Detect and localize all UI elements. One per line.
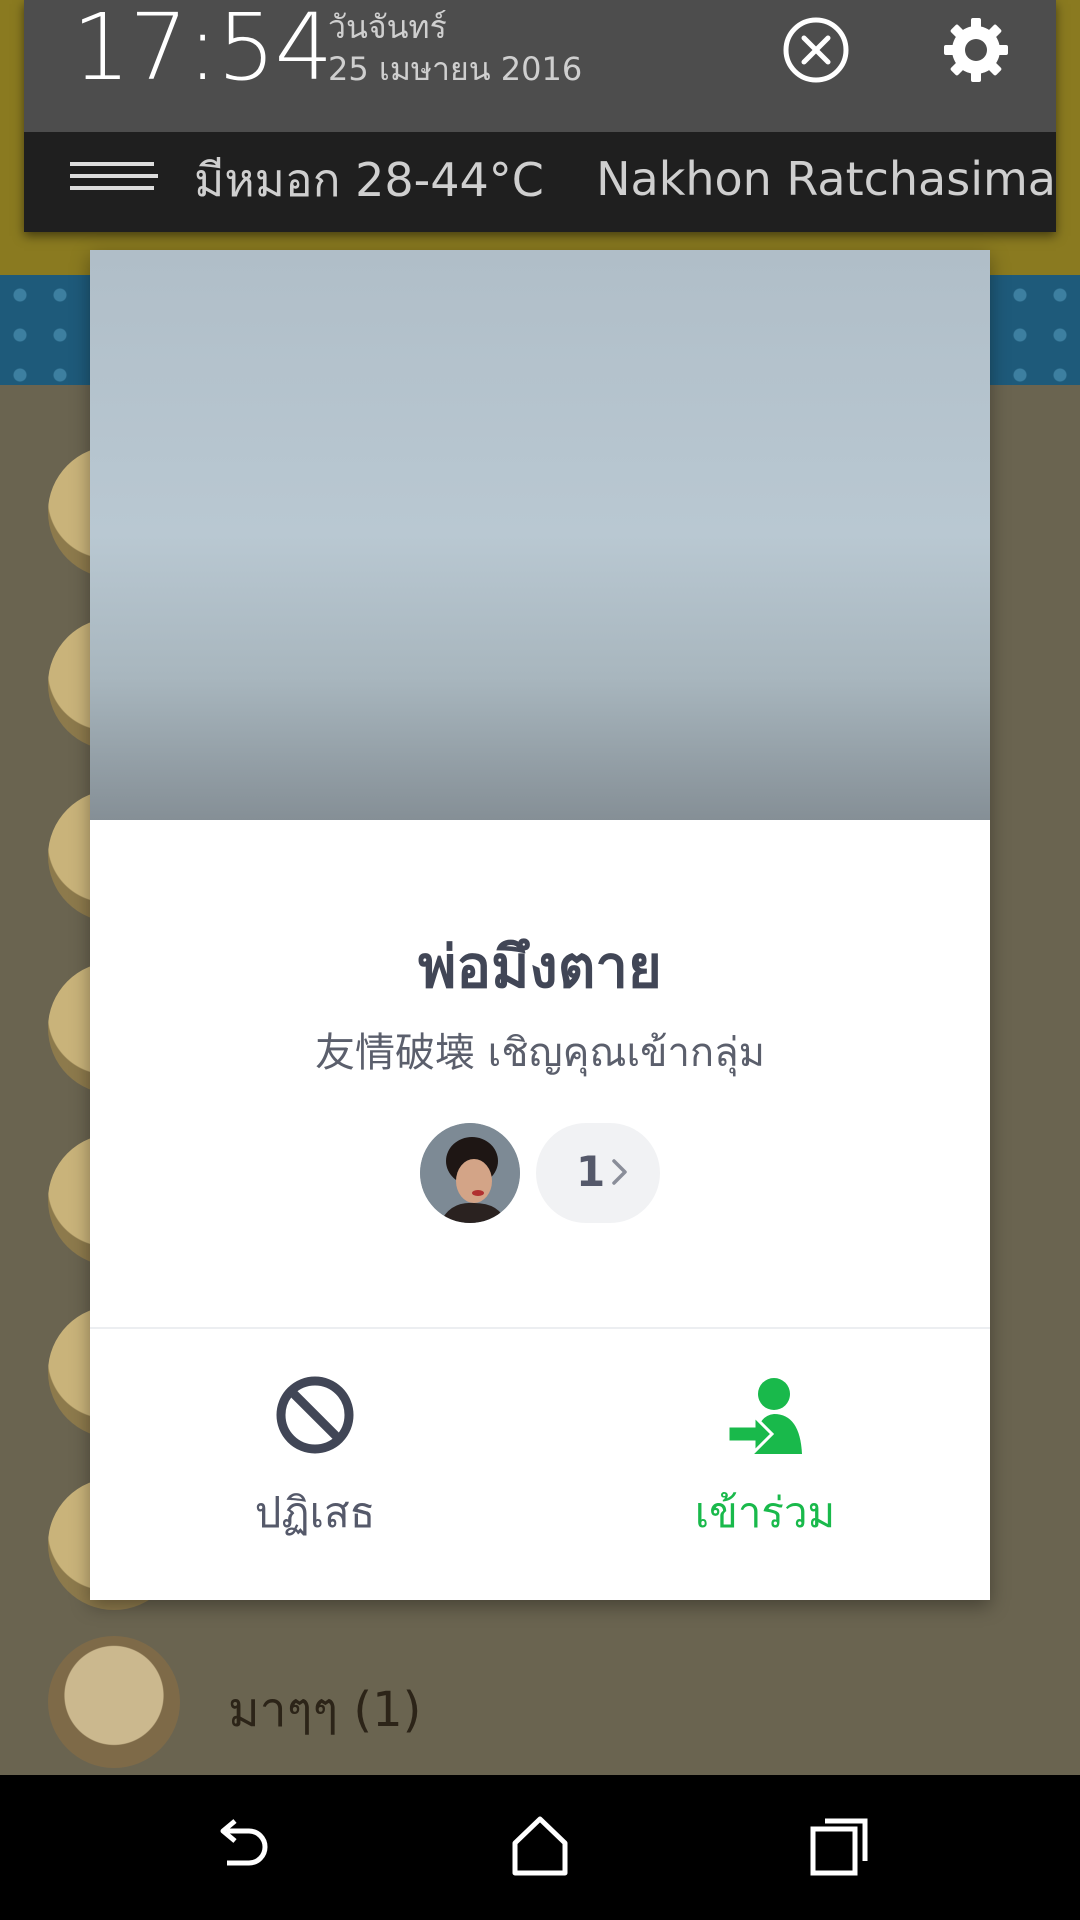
date-full: 25 เมษายน 2016 <box>328 50 583 88</box>
member-count-button[interactable]: 1 <box>536 1123 660 1223</box>
group-invite-dialog: พ่อมึงตาย 友情破壊 เชิญคุณเข้ากลุ่ม 1 ปฏิเสธ <box>90 250 990 1600</box>
fog-icon <box>68 158 160 198</box>
chat-avatar <box>48 1636 180 1768</box>
back-icon[interactable] <box>205 1811 275 1881</box>
decline-button[interactable]: ปฏิเสธ <box>90 1340 540 1590</box>
recent-apps-icon[interactable] <box>805 1811 875 1881</box>
weather-row[interactable]: มีหมอก 28-44°C Nakhon Ratchasima <box>24 132 1056 232</box>
join-button[interactable]: เข้าร่วม <box>540 1340 990 1590</box>
join-label: เข้าร่วม <box>694 1488 836 1537</box>
weather-city: Nakhon Ratchasima <box>596 152 1056 206</box>
member-avatar[interactable] <box>420 1123 520 1223</box>
invite-text: 友情破壊 เชิญคุณเข้ากลุ่ม <box>314 1030 766 1076</box>
member-count: 1 <box>576 1147 606 1196</box>
weather-condition: มีหมอก 28-44°C <box>194 153 544 207</box>
home-icon[interactable] <box>505 1811 575 1881</box>
navigation-bar <box>0 1775 1080 1920</box>
clock-time: 17:54 <box>72 0 333 101</box>
gear-icon[interactable] <box>940 14 1012 86</box>
chat-list-item-title[interactable]: มาๆๆ (1) <box>228 1672 421 1748</box>
block-icon <box>274 1374 356 1456</box>
decline-label: ปฏิเสธ <box>254 1488 376 1537</box>
group-name: พ่อมึงตาย <box>418 933 662 1001</box>
chevron-right-icon <box>608 1153 632 1191</box>
divider <box>90 1327 990 1329</box>
close-circle-icon[interactable] <box>780 14 852 86</box>
join-person-icon <box>724 1374 806 1456</box>
notification-panel[interactable]: 17:54 วันจันทร์ 25 เมษายน 2016 มีหมอก 28… <box>24 0 1056 232</box>
group-cover-image <box>90 250 990 820</box>
